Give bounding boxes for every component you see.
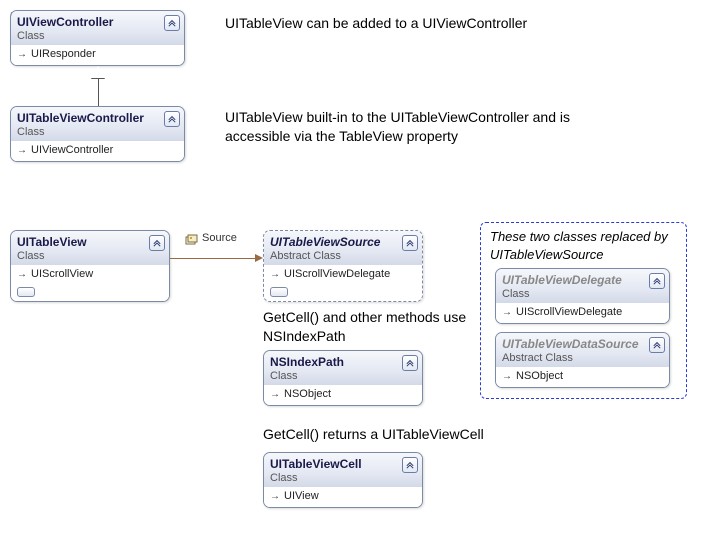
inherits-arrow-icon: →: [502, 371, 512, 382]
class-uitableviewcell: UITableViewCell Class → UIView: [263, 452, 423, 508]
class-stereotype: Class: [17, 126, 178, 138]
class-stereotype: Class: [270, 472, 416, 484]
class-stereotype: Class: [502, 288, 663, 300]
inherits-arrow-icon: →: [270, 491, 280, 502]
expand-icon[interactable]: [649, 337, 665, 353]
class-name: UIViewController: [17, 15, 178, 29]
inherits-arrow-icon: →: [270, 389, 280, 400]
class-uitableviewdatasource: UITableViewDataSource Abstract Class → N…: [495, 332, 670, 388]
inherits-name: UIResponder: [31, 48, 96, 60]
inherits-name: UIView: [284, 490, 319, 502]
inherits-arrow-icon: →: [270, 269, 280, 280]
annotation-uitableviewcell: GetCell() returns a UITableViewCell: [263, 425, 543, 444]
class-name: UITableViewDelegate: [502, 273, 663, 287]
class-name: UITableViewSource: [270, 235, 416, 249]
association-label: Source: [202, 232, 237, 244]
inherits-name: UIScrollView: [31, 268, 93, 280]
class-stereotype: Abstract Class: [270, 250, 416, 262]
inherits-name: UIScrollViewDelegate: [516, 306, 622, 318]
inheritance-line: [98, 78, 99, 106]
inherits-arrow-icon: →: [17, 269, 27, 280]
association-line: [170, 258, 255, 259]
inherits-arrow-icon: →: [17, 145, 27, 156]
class-stereotype: Class: [270, 370, 416, 382]
class-name: UITableViewCell: [270, 457, 416, 471]
annotation-nsindexpath: GetCell() and other methods use NSIndexP…: [263, 308, 483, 346]
class-uiviewcontroller: UIViewController Class → UIResponder: [10, 10, 185, 66]
annotation-uitableviewcontroller: UITableView built-in to the UITableViewC…: [225, 108, 585, 146]
inherits-name: UIScrollViewDelegate: [284, 268, 390, 280]
inherits-arrow-icon: →: [17, 49, 27, 60]
inherits-name: NSObject: [284, 388, 331, 400]
class-uitableviewcontroller: UITableViewController Class → UIViewCont…: [10, 106, 185, 162]
class-name: UITableView: [17, 235, 163, 249]
class-nsindexpath: NSIndexPath Class → NSObject: [263, 350, 423, 406]
association-arrowhead-icon: [255, 254, 263, 262]
class-uitableviewdelegate: UITableViewDelegate Class → UIScrollView…: [495, 268, 670, 324]
annotation-replaced-note: These two classes replaced by UITableVie…: [490, 228, 680, 263]
expand-icon[interactable]: [402, 355, 418, 371]
class-uitableviewsource: UITableViewSource Abstract Class → UIScr…: [263, 230, 423, 302]
class-name: UITableViewDataSource: [502, 337, 663, 351]
inherits-name: NSObject: [516, 370, 563, 382]
inherits-name: UIViewController: [31, 144, 113, 156]
annotation-uiviewcontroller: UITableView can be added to a UIViewCont…: [225, 14, 625, 33]
class-name: NSIndexPath: [270, 355, 416, 369]
expand-icon[interactable]: [649, 273, 665, 289]
inherits-arrow-icon: →: [502, 307, 512, 318]
lollipop-icon: [17, 287, 35, 297]
class-stereotype: Class: [17, 250, 163, 262]
expand-icon[interactable]: [402, 457, 418, 473]
expand-icon[interactable]: [402, 235, 418, 251]
expand-icon[interactable]: [164, 111, 180, 127]
lollipop-icon: [270, 287, 288, 297]
inheritance-arrowhead-icon: [91, 66, 105, 78]
class-stereotype: Class: [17, 30, 178, 42]
expand-icon[interactable]: [149, 235, 165, 251]
expand-icon[interactable]: [164, 15, 180, 31]
property-icon: [185, 234, 199, 246]
class-stereotype: Abstract Class: [502, 352, 663, 364]
class-uitableview: UITableView Class → UIScrollView: [10, 230, 170, 302]
class-name: UITableViewController: [17, 111, 178, 125]
